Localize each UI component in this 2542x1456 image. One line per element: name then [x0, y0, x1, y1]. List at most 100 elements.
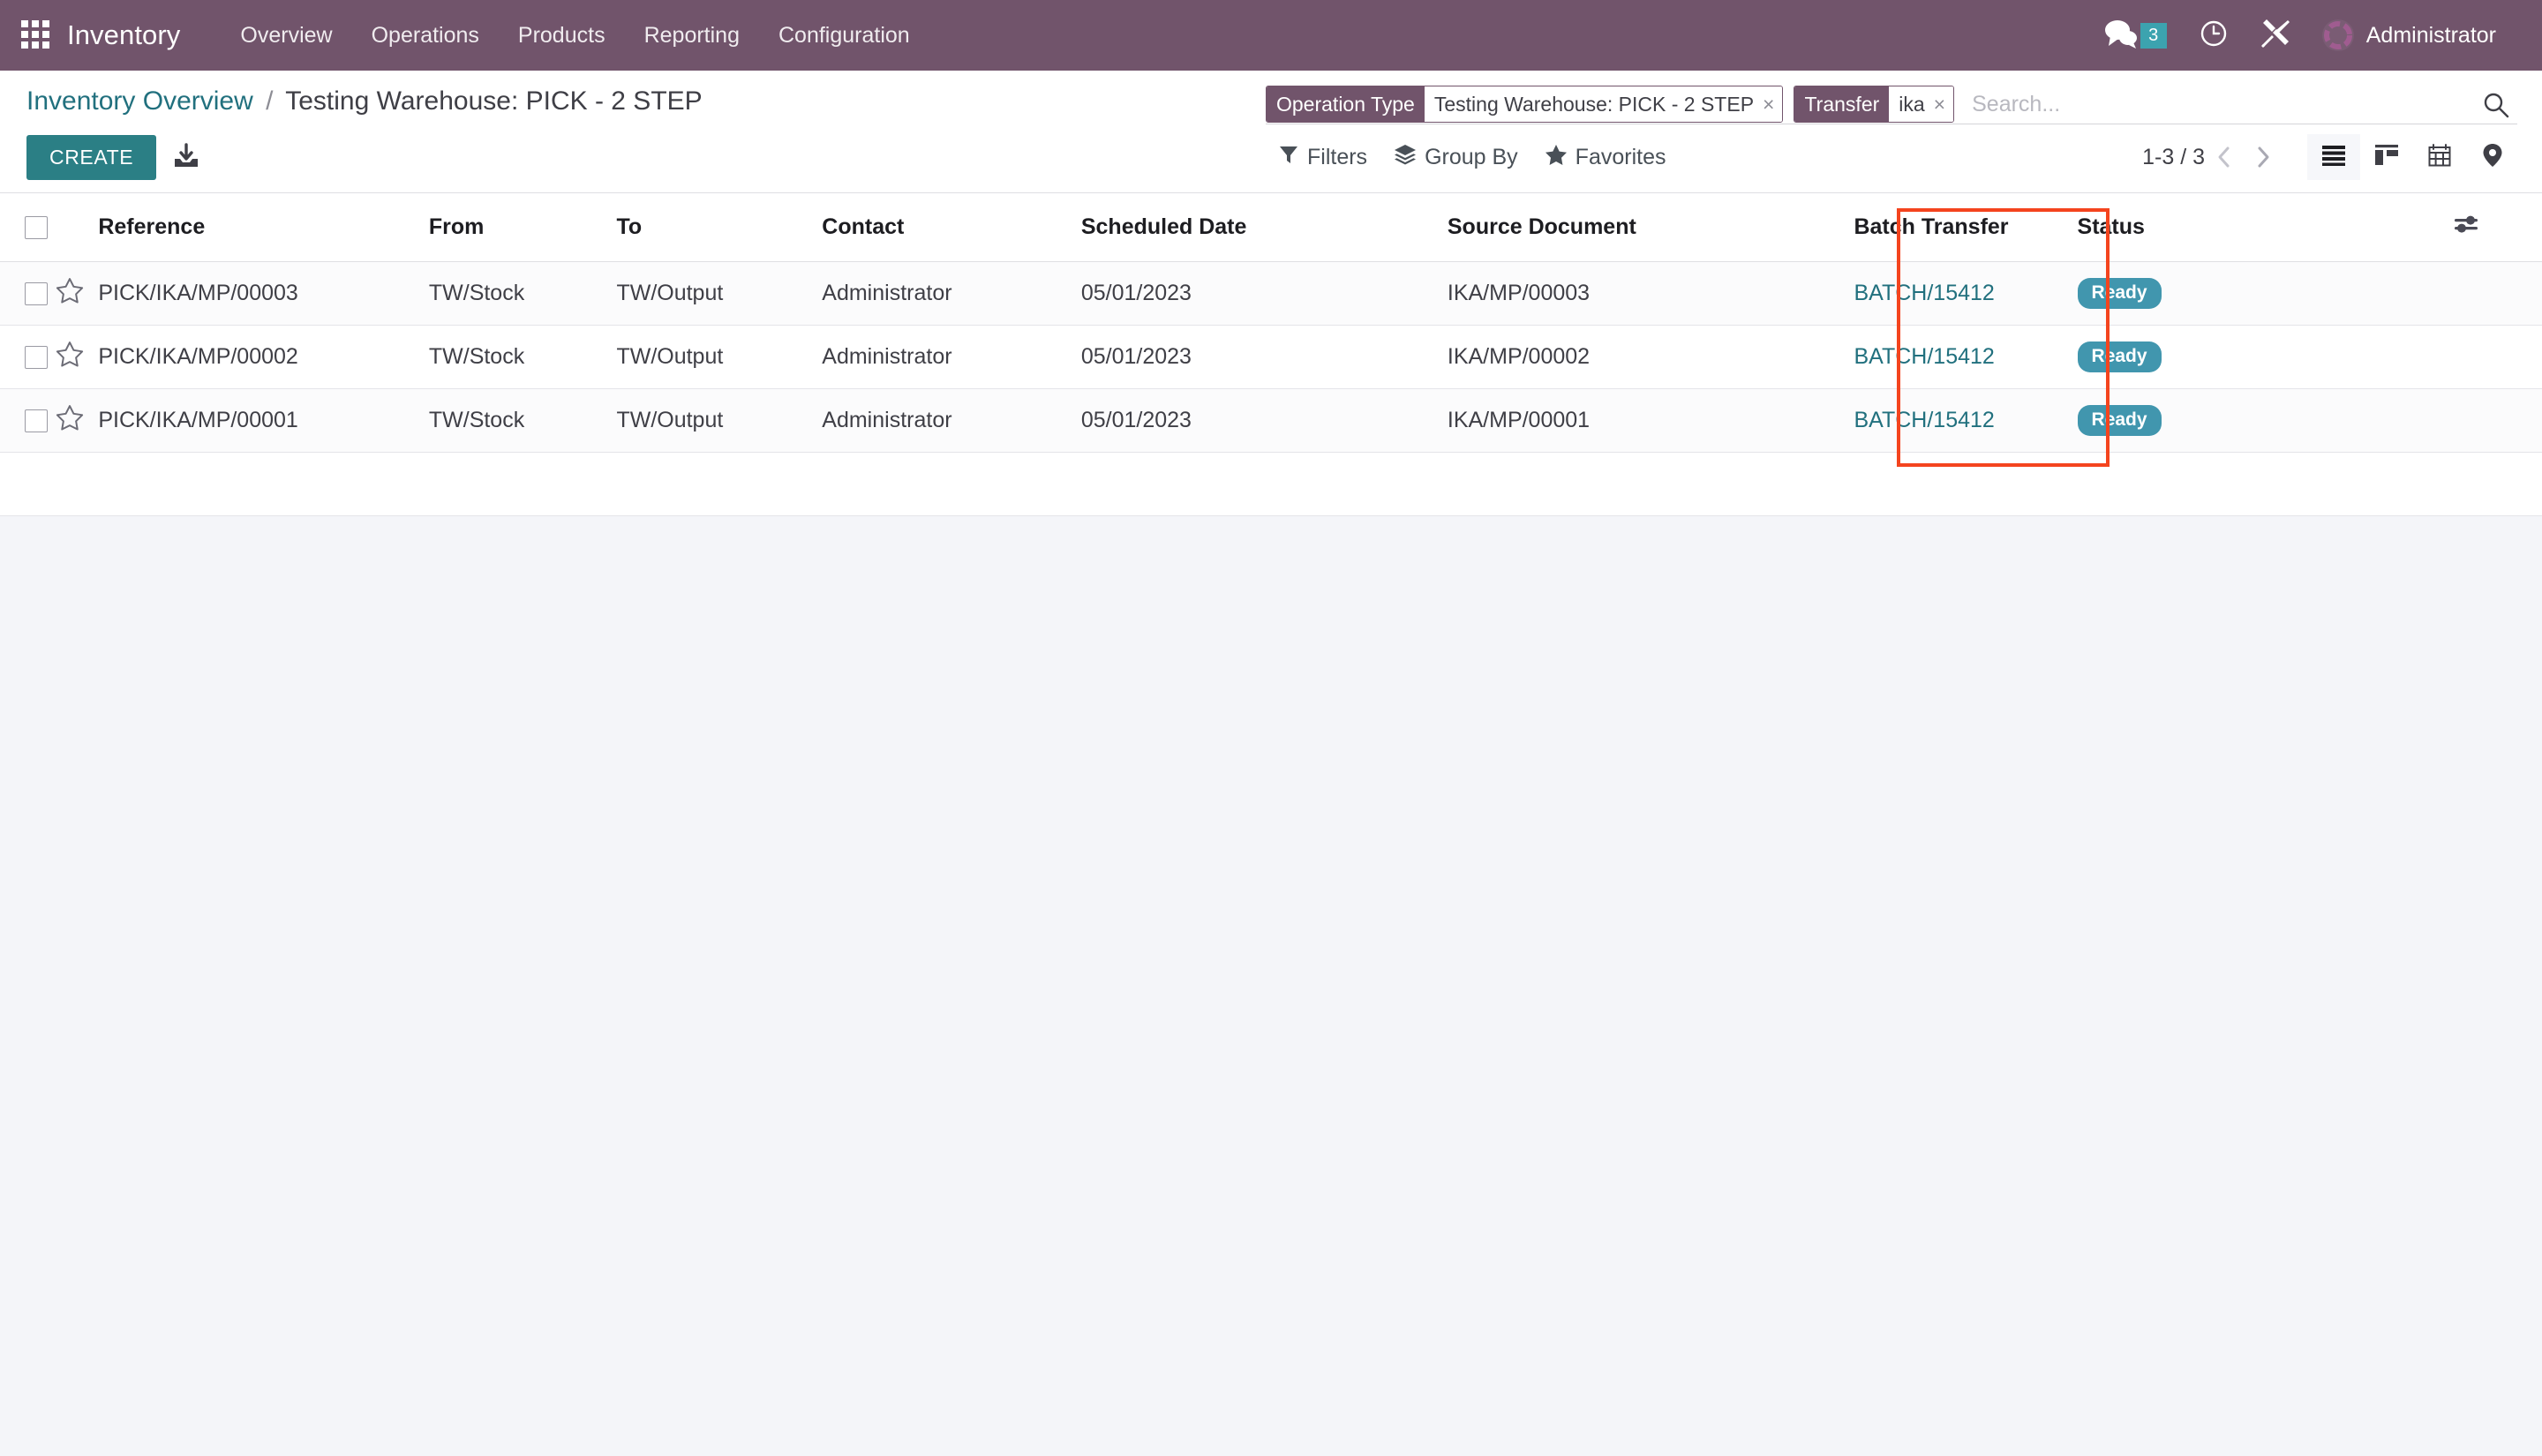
view-map-button[interactable] [2466, 134, 2519, 180]
star-icon [1545, 144, 1568, 171]
row-checkbox[interactable] [25, 346, 48, 370]
pager-next-button[interactable] [2244, 144, 2283, 170]
list-view: Reference From To Contact Scheduled Date… [0, 193, 2542, 516]
top-navbar: Inventory Overview Operations Products R… [0, 0, 2542, 71]
facet-value-transfer: ika × [1889, 86, 1954, 122]
menu-overview[interactable]: Overview [221, 0, 351, 71]
cell-spacer [2452, 261, 2542, 326]
header-reference[interactable]: Reference [98, 193, 429, 262]
header-scheduled-date[interactable]: Scheduled Date [1080, 193, 1448, 262]
batch-transfer-link[interactable]: BATCH/15412 [1854, 281, 1994, 305]
import-download-icon[interactable] [172, 143, 200, 171]
menu-products[interactable]: Products [499, 0, 625, 71]
row-select-cell [0, 325, 56, 389]
table-header-row: Reference From To Contact Scheduled Date… [0, 193, 2542, 262]
row-select-cell [0, 388, 56, 453]
facet-remove-icon[interactable]: × [1934, 94, 1945, 115]
cell-status: Ready [2077, 388, 2453, 453]
facet-remove-icon[interactable]: × [1763, 94, 1774, 115]
search-facet-operation-type[interactable]: Operation Type Testing Warehouse: PICK -… [1266, 86, 1784, 123]
star-outline-icon[interactable] [56, 405, 84, 436]
app-brand-inventory[interactable]: Inventory [67, 19, 180, 51]
cell-reference: PICK/IKA/MP/00001 [98, 388, 429, 453]
group-by-button[interactable]: Group By [1394, 144, 1518, 171]
status-badge: Ready [2077, 341, 2162, 372]
cell-source-document: IKA/MP/00003 [1447, 261, 1854, 326]
cell-to: TW/Output [616, 325, 823, 389]
header-optional-columns[interactable] [2452, 193, 2542, 262]
cell-spacer [2452, 325, 2542, 389]
breadcrumb-separator: / [266, 86, 274, 116]
pager-previous-button[interactable] [2205, 144, 2244, 170]
cell-scheduled-date: 05/01/2023 [1080, 325, 1448, 389]
menu-reporting[interactable]: Reporting [625, 0, 759, 71]
page-root: Inventory Overview Operations Products R… [0, 0, 2542, 1456]
view-switcher [2307, 134, 2519, 180]
control-panel: Inventory Overview / Testing Warehouse: … [0, 71, 2542, 193]
star-outline-icon[interactable] [56, 278, 84, 309]
apps-grid-icon[interactable] [21, 20, 51, 50]
row-checkbox[interactable] [25, 282, 48, 306]
cell-source-document: IKA/MP/00002 [1447, 325, 1854, 389]
table-empty-row [0, 452, 2542, 516]
header-contact[interactable]: Contact [822, 193, 1081, 262]
row-star-cell [55, 388, 99, 453]
header-from[interactable]: From [428, 193, 617, 262]
header-batch-transfer[interactable]: Batch Transfer [1854, 193, 2078, 262]
header-select-all [0, 193, 56, 262]
create-button[interactable]: CREATE [26, 134, 157, 180]
activities-button[interactable] [2183, 0, 2245, 71]
cell-from: TW/Stock [428, 325, 617, 389]
cell-reference: PICK/IKA/MP/00002 [98, 325, 429, 389]
tools-icon [2260, 19, 2290, 53]
breadcrumb: Inventory Overview / Testing Warehouse: … [26, 86, 703, 116]
table-header: Reference From To Contact Scheduled Date… [0, 193, 2542, 262]
cell-status: Ready [2077, 261, 2453, 326]
header-status[interactable]: Status [2077, 193, 2453, 262]
menu-operations[interactable]: Operations [352, 0, 499, 71]
favorites-button[interactable]: Favorites [1545, 144, 1666, 171]
batch-transfer-link[interactable]: BATCH/15412 [1854, 408, 1994, 432]
cell-spacer [2452, 388, 2542, 453]
search-facet-transfer[interactable]: Transfer ika × [1794, 86, 1955, 123]
cell-status: Ready [2077, 325, 2453, 389]
search-icon[interactable] [2475, 86, 2517, 124]
map-pin-icon [2482, 143, 2503, 172]
view-list-button[interactable] [2307, 134, 2360, 180]
header-source-document[interactable]: Source Document [1447, 193, 1854, 262]
breadcrumb-item-inventory-overview[interactable]: Inventory Overview [26, 86, 253, 116]
status-badge: Ready [2077, 278, 2162, 309]
cell-source-document: IKA/MP/00001 [1447, 388, 1854, 453]
table-row[interactable]: PICK/IKA/MP/00002 TW/Stock TW/Output Adm… [0, 325, 2542, 389]
layers-icon [1394, 144, 1417, 171]
facet-value-operation-type: Testing Warehouse: PICK - 2 STEP × [1424, 86, 1783, 122]
cell-contact: Administrator [822, 261, 1081, 326]
filters-label: Filters [1307, 144, 1368, 169]
sliders-icon[interactable] [2453, 215, 2479, 241]
search-view: Operation Type Testing Warehouse: PICK -… [1266, 86, 2517, 124]
select-all-checkbox[interactable] [25, 216, 48, 240]
view-calendar-button[interactable] [2413, 134, 2466, 180]
filters-button[interactable]: Filters [1278, 144, 1367, 171]
row-checkbox[interactable] [25, 409, 48, 433]
row-star-cell [55, 325, 99, 389]
table-row[interactable]: PICK/IKA/MP/00001 TW/Stock TW/Output Adm… [0, 388, 2542, 453]
table-row[interactable]: PICK/IKA/MP/00003 TW/Stock TW/Output Adm… [0, 261, 2542, 326]
clock-icon [2199, 19, 2229, 53]
header-to[interactable]: To [616, 193, 823, 262]
cell-batch-transfer: BATCH/15412 [1854, 388, 2078, 453]
search-input[interactable] [1965, 86, 2475, 124]
batch-transfer-link[interactable]: BATCH/15412 [1854, 344, 1994, 369]
view-kanban-button[interactable] [2360, 134, 2413, 180]
cell-from: TW/Stock [428, 261, 617, 326]
cell-scheduled-date: 05/01/2023 [1080, 261, 1448, 326]
table-body: PICK/IKA/MP/00003 TW/Stock TW/Output Adm… [0, 261, 2542, 516]
messages-button[interactable]: 3 [2087, 0, 2183, 71]
debug-tools-button[interactable] [2245, 0, 2306, 71]
menu-configuration[interactable]: Configuration [759, 0, 929, 71]
user-menu-button[interactable]: Administrator [2306, 0, 2517, 71]
breadcrumb-current: Testing Warehouse: PICK - 2 STEP [285, 86, 703, 116]
star-outline-icon[interactable] [56, 341, 84, 372]
facet-value-text: Testing Warehouse: PICK - 2 STEP [1433, 92, 1755, 116]
cell-batch-transfer: BATCH/15412 [1854, 261, 2078, 326]
